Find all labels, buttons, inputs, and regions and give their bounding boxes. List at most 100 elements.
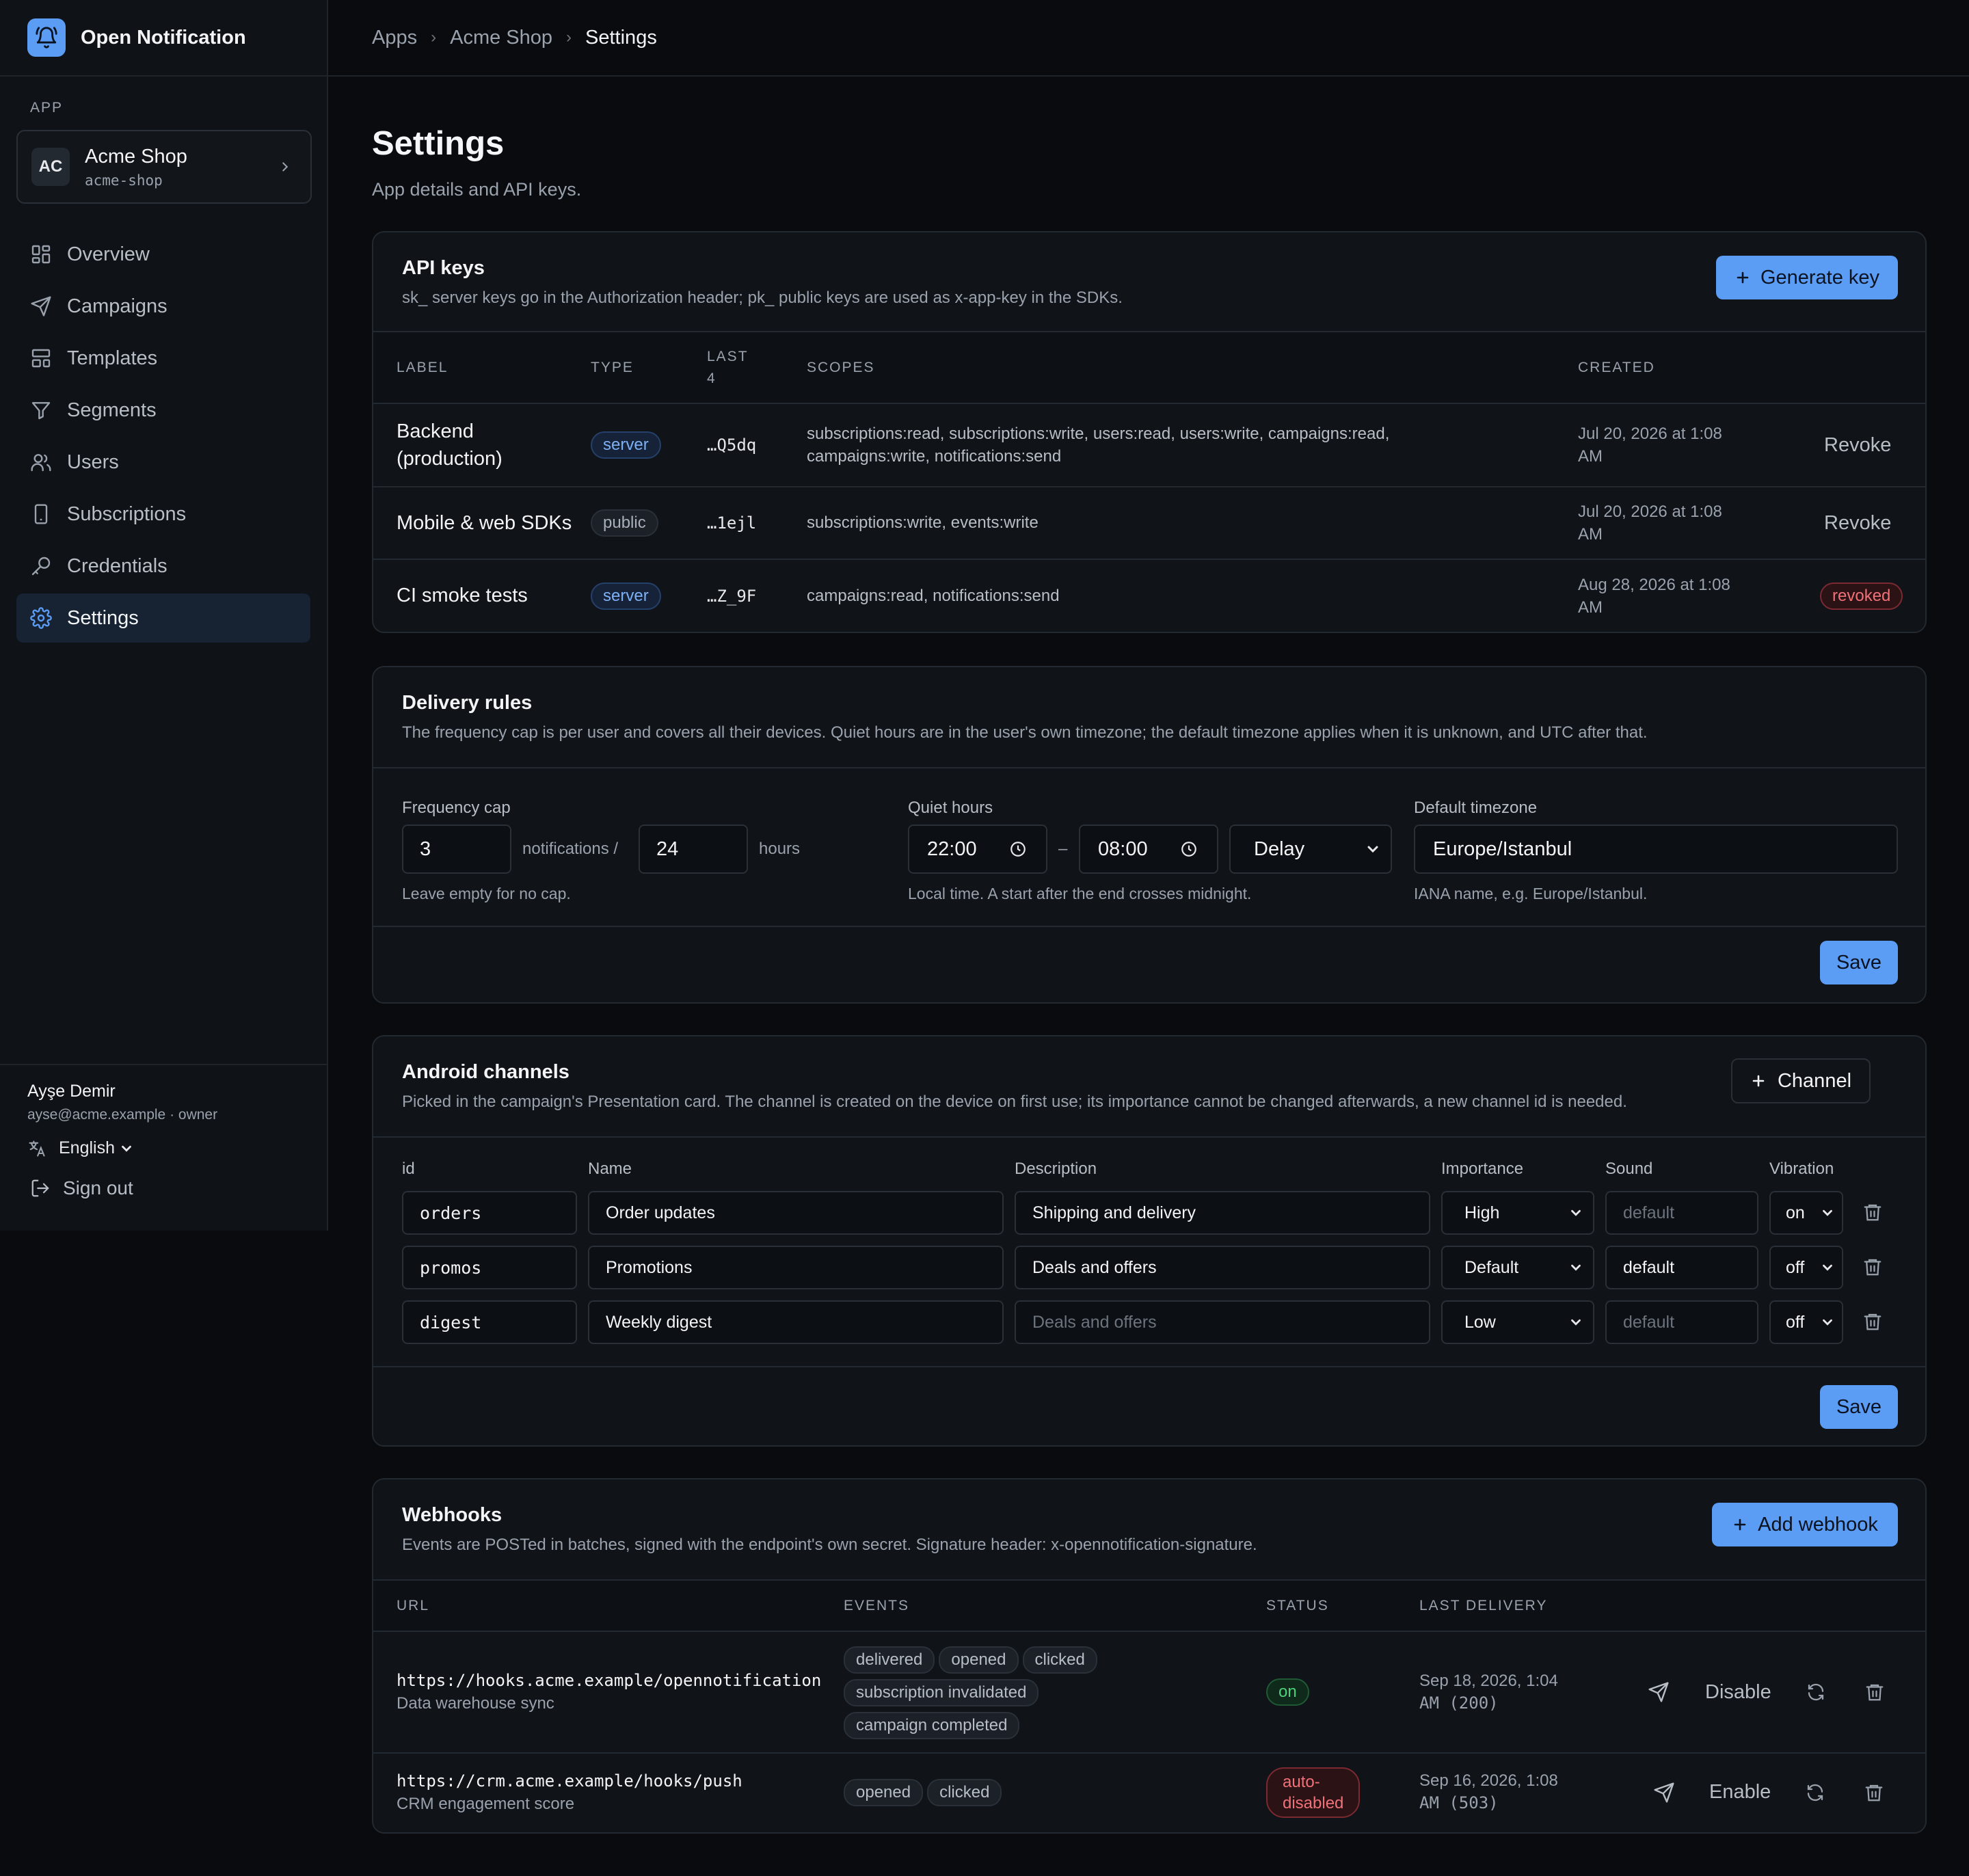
event-tag: campaign completed [844, 1711, 1020, 1739]
frequency-count-input[interactable]: 3 [402, 825, 511, 874]
trash-icon[interactable] [1862, 1311, 1883, 1332]
breadcrumb-app[interactable]: Acme Shop [450, 27, 552, 49]
key-scopes: subscriptions:write, events:write [807, 513, 1039, 532]
brand[interactable]: Open Notification [0, 0, 327, 77]
quiet-mode-select[interactable]: Delay [1229, 825, 1392, 874]
app-switcher[interactable]: AC Acme Shop acme-shop [16, 130, 312, 204]
sidebar-item-credentials[interactable]: Credentials [16, 541, 310, 591]
send-test-icon[interactable] [1653, 1782, 1675, 1804]
event-tag: subscription invalidated [844, 1678, 1039, 1706]
chevron-right-icon: › [431, 28, 437, 46]
frequency-hours-label: hours [759, 840, 801, 858]
timezone-input[interactable]: Europe/Istanbul [1414, 825, 1898, 874]
channels-save-button[interactable]: Save [1820, 1385, 1898, 1429]
channel-id-input[interactable]: digest [402, 1300, 577, 1344]
trash-icon[interactable] [1864, 1682, 1885, 1702]
channel-id-input[interactable]: orders [402, 1191, 577, 1235]
sidebar-item-subscriptions[interactable]: Subscriptions [16, 490, 310, 539]
quiet-end-input[interactable]: 08:00 [1079, 825, 1218, 874]
sidebar-item-settings[interactable]: Settings [16, 593, 310, 643]
channel-description-input[interactable]: Deals and offers [1015, 1246, 1430, 1289]
key-label-line1: Backend [397, 420, 474, 442]
event-tag: opened [939, 1646, 1019, 1674]
channel-description-input[interactable]: Shipping and delivery [1015, 1191, 1430, 1235]
delivery-rules-description: The frequency cap is per user and covers… [402, 723, 1648, 742]
revoke-button[interactable]: Revoke [1801, 403, 1925, 487]
page-header: Settings App details and API keys. [372, 75, 1925, 200]
quiet-start-value: 22:00 [927, 838, 977, 860]
sidebar-item-campaigns[interactable]: Campaigns [16, 282, 310, 331]
quiet-start-input[interactable]: 22:00 [908, 825, 1047, 874]
vibration-select[interactable]: off [1769, 1300, 1843, 1344]
quiet-hours-label: Quiet hours [908, 799, 993, 817]
webhooks-description: Events are POSTed in batches, signed wit… [402, 1536, 1257, 1554]
topbar: Apps › Acme Shop › Settings [328, 0, 1969, 77]
last-delivery-line1: Sep 16, 2026, 1:08 [1419, 1771, 1558, 1790]
channel-name-input[interactable]: Order updates [588, 1191, 1004, 1235]
vibration-select[interactable]: on [1769, 1191, 1843, 1235]
frequency-window-input[interactable]: 24 [639, 825, 748, 874]
send-test-icon[interactable] [1648, 1681, 1670, 1703]
add-channel-button[interactable]: Channel [1731, 1058, 1871, 1103]
channel-id-input[interactable]: promos [402, 1246, 577, 1289]
col-vibration: Vibration [1769, 1160, 1834, 1178]
refresh-icon[interactable] [1805, 1782, 1825, 1803]
revoke-button[interactable]: Revoke [1801, 487, 1925, 559]
breadcrumb-current: Settings [585, 26, 657, 49]
generate-key-button[interactable]: Generate key [1716, 256, 1898, 299]
webhooks-title: Webhooks [402, 1504, 503, 1526]
trash-icon[interactable] [1864, 1782, 1884, 1803]
language-select[interactable]: English [27, 1138, 327, 1158]
col-importance: Importance [1441, 1160, 1524, 1178]
refresh-icon[interactable] [1806, 1682, 1826, 1702]
sound-input[interactable]: default [1605, 1191, 1758, 1235]
vibration-select[interactable]: off [1769, 1246, 1843, 1289]
key-scopes-line2: campaigns:write, notifications:send [807, 447, 1062, 466]
key-scopes-line1: subscriptions:read, subscriptions:write,… [807, 425, 1390, 443]
last-delivery-line1: Sep 18, 2026, 1:04 [1419, 1671, 1558, 1690]
key-label: CI smoke tests [397, 585, 528, 606]
bell-icon [27, 18, 66, 57]
sign-out-button[interactable]: Sign out [30, 1177, 327, 1199]
sidebar-item-templates[interactable]: Templates [16, 334, 310, 383]
sidebar-item-label: Settings [67, 606, 139, 629]
trash-icon[interactable] [1862, 1202, 1883, 1222]
brand-name: Open Notification [81, 26, 246, 49]
generate-key-label: Generate key [1760, 266, 1880, 289]
event-tag: opened [844, 1778, 924, 1806]
importance-select[interactable]: High [1441, 1191, 1594, 1235]
app-slug: acme-shop [85, 172, 163, 189]
key-last4: …Q5dq [707, 436, 757, 455]
chevron-down-icon [1568, 1315, 1583, 1330]
api-keys-card: API keys sk_ server keys go in the Autho… [372, 231, 1927, 633]
sidebar-item-overview[interactable]: Overview [16, 230, 310, 279]
importance-value: Low [1464, 1312, 1496, 1332]
breadcrumb-apps[interactable]: Apps [372, 27, 417, 49]
sound-input[interactable]: default [1605, 1300, 1758, 1344]
enable-button[interactable]: Enable [1709, 1781, 1771, 1804]
col-last-delivery: LAST DELIVERY [1419, 1597, 1548, 1613]
delivery-save-button[interactable]: Save [1820, 941, 1898, 984]
channel-name-input[interactable]: Promotions [588, 1246, 1004, 1289]
key-type-badge: public [591, 509, 658, 537]
channel-name-input[interactable]: Weekly digest [588, 1300, 1004, 1344]
sidebar-item-label: Credentials [67, 554, 168, 577]
trash-icon[interactable] [1862, 1257, 1883, 1277]
webhooks-card: Webhooks Events are POSTed in batches, s… [372, 1478, 1927, 1834]
key-last4: …1ejl [707, 513, 757, 533]
importance-select[interactable]: Low [1441, 1300, 1594, 1344]
sound-input[interactable]: default [1605, 1246, 1758, 1289]
channel-description-input[interactable]: Deals and offers [1015, 1300, 1430, 1344]
chevron-down-icon [119, 1141, 134, 1156]
status-badge: on [1266, 1678, 1309, 1706]
android-channels-card: Android channels Picked in the campaign'… [372, 1035, 1927, 1447]
sidebar-item-segments[interactable]: Segments [16, 386, 310, 435]
importance-select[interactable]: Default [1441, 1246, 1594, 1289]
timezone-label: Default timezone [1414, 799, 1538, 817]
last-delivery: Sep 16, 2026, 1:08 AM (503) [1419, 1753, 1622, 1831]
last-delivery-line2: AM (200) [1419, 1693, 1499, 1713]
key-label: Backend (production) [373, 403, 590, 487]
sidebar-item-users[interactable]: Users [16, 438, 310, 487]
add-webhook-button[interactable]: Add webhook [1712, 1503, 1898, 1546]
disable-button[interactable]: Disable [1705, 1681, 1771, 1704]
